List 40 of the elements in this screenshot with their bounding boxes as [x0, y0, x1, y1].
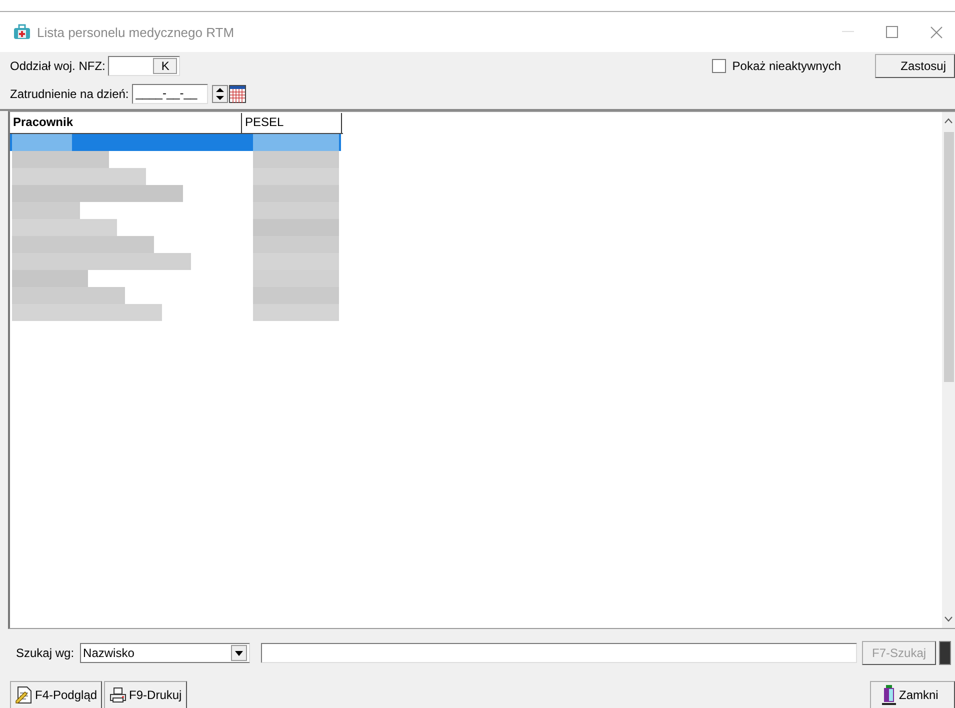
window-title: Lista personelu medycznego RTM: [37, 24, 234, 40]
redacted-table-row[interactable]: [10, 134, 341, 151]
door-exit-icon: [881, 685, 897, 705]
nfz-label: Oddział woj. NFZ:: [10, 59, 106, 73]
redacted-table-row[interactable]: [10, 287, 341, 304]
redacted-table-row[interactable]: [10, 219, 341, 236]
print-button[interactable]: F9-Drukuj: [104, 681, 187, 708]
column-header[interactable]: Pracownik: [10, 113, 242, 133]
scrollbar-thumb[interactable]: [944, 132, 954, 382]
document-pencil-icon: [15, 686, 33, 704]
redacted-table-row[interactable]: [10, 253, 341, 270]
column-header[interactable]: PESEL: [242, 113, 342, 133]
medical-kit-icon: [13, 24, 31, 40]
redacted-table-row[interactable]: [10, 168, 341, 185]
apply-button[interactable]: Zastosuj: [875, 54, 955, 78]
redacted-table-row[interactable]: [10, 185, 341, 202]
toolbar-edge-icon: [939, 641, 952, 665]
preview-button[interactable]: F4-Podgląd: [10, 681, 102, 708]
close-button[interactable]: Zamkni: [870, 681, 955, 708]
redacted-table-row[interactable]: [10, 236, 341, 253]
nfz-picker-button[interactable]: K: [153, 58, 178, 74]
nfz-field[interactable]: K: [108, 56, 180, 76]
redacted-table-row[interactable]: [10, 304, 341, 321]
redacted-table-row[interactable]: [10, 151, 341, 168]
scroll-up-icon[interactable]: [944, 118, 953, 124]
date-label: Zatrudnienie na dzień:: [10, 87, 129, 101]
scroll-down-icon[interactable]: [944, 616, 953, 622]
search-by-label: Szukaj wg:: [16, 646, 74, 660]
date-field[interactable]: ____-__-__: [132, 84, 208, 104]
vertical-scrollbar[interactable]: [942, 112, 955, 628]
search-by-dropdown[interactable]: Nazwisko: [80, 643, 250, 663]
close-icon[interactable]: [930, 26, 943, 38]
maximize-icon[interactable]: [886, 26, 898, 38]
redacted-table-row[interactable]: [10, 202, 341, 219]
search-input-field[interactable]: [261, 643, 858, 663]
calendar-icon[interactable]: [228, 85, 246, 103]
printer-icon: [109, 687, 128, 703]
spinner-icon[interactable]: [212, 85, 228, 103]
redacted-table-row[interactable]: [10, 270, 341, 287]
minimize-icon[interactable]: [842, 31, 854, 33]
